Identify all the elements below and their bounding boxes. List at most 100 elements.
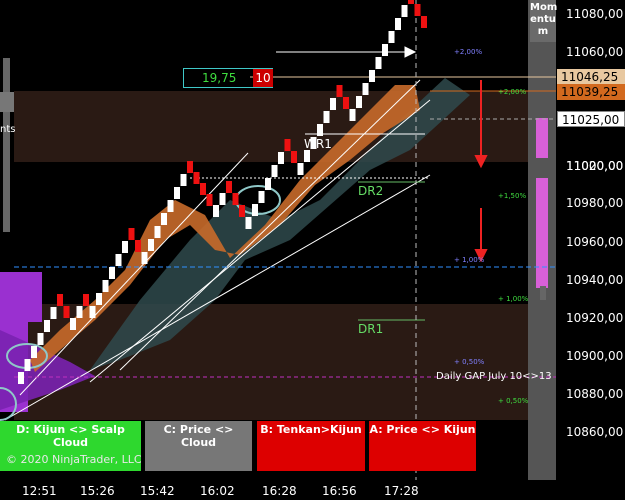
momentum-title: Mom entu m <box>530 2 558 38</box>
left-volume-gray-1 <box>3 58 10 232</box>
pct-label: + 1,00% <box>498 295 529 303</box>
momentum-title-line: Mom <box>530 2 558 13</box>
renko-brick <box>245 217 252 229</box>
dr1-label: DR1 <box>358 322 384 336</box>
renko-brick <box>167 200 174 212</box>
price-kijun-button[interactable]: A: Price <> Kijun <box>369 421 476 471</box>
wr1-label: WR1 <box>304 137 332 151</box>
renko-brick <box>239 205 245 217</box>
renko-brick <box>213 205 219 217</box>
renko-brick <box>148 239 154 251</box>
renko-brick <box>252 204 258 216</box>
momentum-bar-tip <box>540 286 546 300</box>
momentum-bar-upper <box>536 118 548 158</box>
x-tick: 16:02 <box>200 484 235 498</box>
renko-brick <box>388 31 395 43</box>
pct-label: + 0,50% <box>454 358 485 366</box>
renko-brick <box>70 318 76 330</box>
counter-box: 19,75 10 <box>183 68 273 88</box>
renko-brick <box>226 181 232 193</box>
white-arrow <box>276 46 417 58</box>
renko-brick <box>57 294 63 306</box>
left-volume-purple <box>0 272 42 322</box>
renko-brick <box>284 139 291 151</box>
renko-brick <box>297 163 304 175</box>
renko-brick <box>76 306 83 318</box>
y-tick: 10860,00 <box>566 425 624 439</box>
renko-brick <box>356 96 362 108</box>
momentum-title-line: m <box>537 26 549 37</box>
renko-brick <box>63 306 70 318</box>
renko-brick <box>161 213 167 225</box>
y-tick: 10940,00 <box>566 273 624 287</box>
pct-label: + 1,00% <box>454 256 485 264</box>
renko-brick <box>174 187 180 199</box>
renko-brick <box>265 178 271 190</box>
renko-brick <box>31 346 37 358</box>
renko-brick <box>141 252 148 264</box>
y-tick: 10960,00 <box>566 235 624 249</box>
left-cut-label: nts <box>0 124 16 135</box>
price-marker-white: 11025,00 <box>557 111 625 127</box>
pct-label: +1,50% <box>498 192 527 200</box>
renko-brick <box>401 5 408 17</box>
renko-brick <box>362 83 369 95</box>
renko-brick <box>271 165 278 177</box>
price-marker-orange: 11039,25 <box>557 84 625 100</box>
renko-brick <box>18 372 24 384</box>
renko-brick <box>291 151 297 163</box>
renko-brick <box>96 293 102 305</box>
renko-brick <box>369 70 375 82</box>
renko-brick <box>122 241 128 253</box>
renko-brick <box>187 161 193 173</box>
x-tick: 17:28 <box>384 484 419 498</box>
pct-label: + 0,50% <box>498 397 529 405</box>
pct-label: +2,00% <box>498 88 527 96</box>
renko-brick <box>37 333 44 345</box>
renko-brick <box>278 152 284 164</box>
renko-brick <box>317 124 323 136</box>
renko-brick <box>219 193 226 205</box>
renko-brick <box>232 193 239 205</box>
renko-brick <box>135 240 141 252</box>
renko-brick <box>408 0 414 4</box>
renko-brick <box>200 183 206 195</box>
x-tick: 16:28 <box>262 484 297 498</box>
y-tick: 10900,00 <box>566 349 624 363</box>
tenkan-kijun-button[interactable]: B: Tenkan>Kijun <box>257 421 365 471</box>
renko-brick <box>128 228 135 240</box>
y-tick: 11060,00 <box>566 45 624 59</box>
renko-brick <box>414 4 421 16</box>
renko-brick <box>375 57 382 69</box>
renko-brick <box>421 16 427 28</box>
renko-brick <box>154 226 161 238</box>
momentum-bar-lower <box>536 178 548 288</box>
resistance-zone <box>14 91 556 162</box>
x-tick: 15:42 <box>140 484 175 498</box>
left-volume-gray-2 <box>0 92 14 112</box>
counter-count: 10 <box>253 69 273 87</box>
renko-brick <box>83 294 89 306</box>
renko-brick <box>89 306 96 318</box>
price-cloud-button[interactable]: C: Price <> Cloud <box>145 421 252 471</box>
pct-label: +2,00% <box>454 48 483 56</box>
renko-brick <box>206 194 213 206</box>
dr2-label: DR2 <box>358 184 384 198</box>
renko-brick <box>336 85 343 97</box>
renko-brick <box>44 320 50 332</box>
y-tick: 10980,00 <box>566 196 624 210</box>
price-marker-tan: 11046,25 <box>557 69 625 85</box>
renko-brick <box>50 307 57 319</box>
renko-brick <box>193 172 200 184</box>
renko-brick <box>349 109 356 121</box>
x-tick: 15:26 <box>80 484 115 498</box>
renko-brick <box>382 44 388 56</box>
renko-brick <box>180 174 187 186</box>
renko-brick <box>304 150 310 162</box>
renko-brick <box>109 267 115 279</box>
counter-value: 19,75 <box>202 71 237 85</box>
renko-brick <box>323 111 330 123</box>
x-tick: 12:51 <box>22 484 57 498</box>
red-arrow-lower <box>474 208 488 263</box>
y-tick: 11000,00 <box>566 159 624 173</box>
